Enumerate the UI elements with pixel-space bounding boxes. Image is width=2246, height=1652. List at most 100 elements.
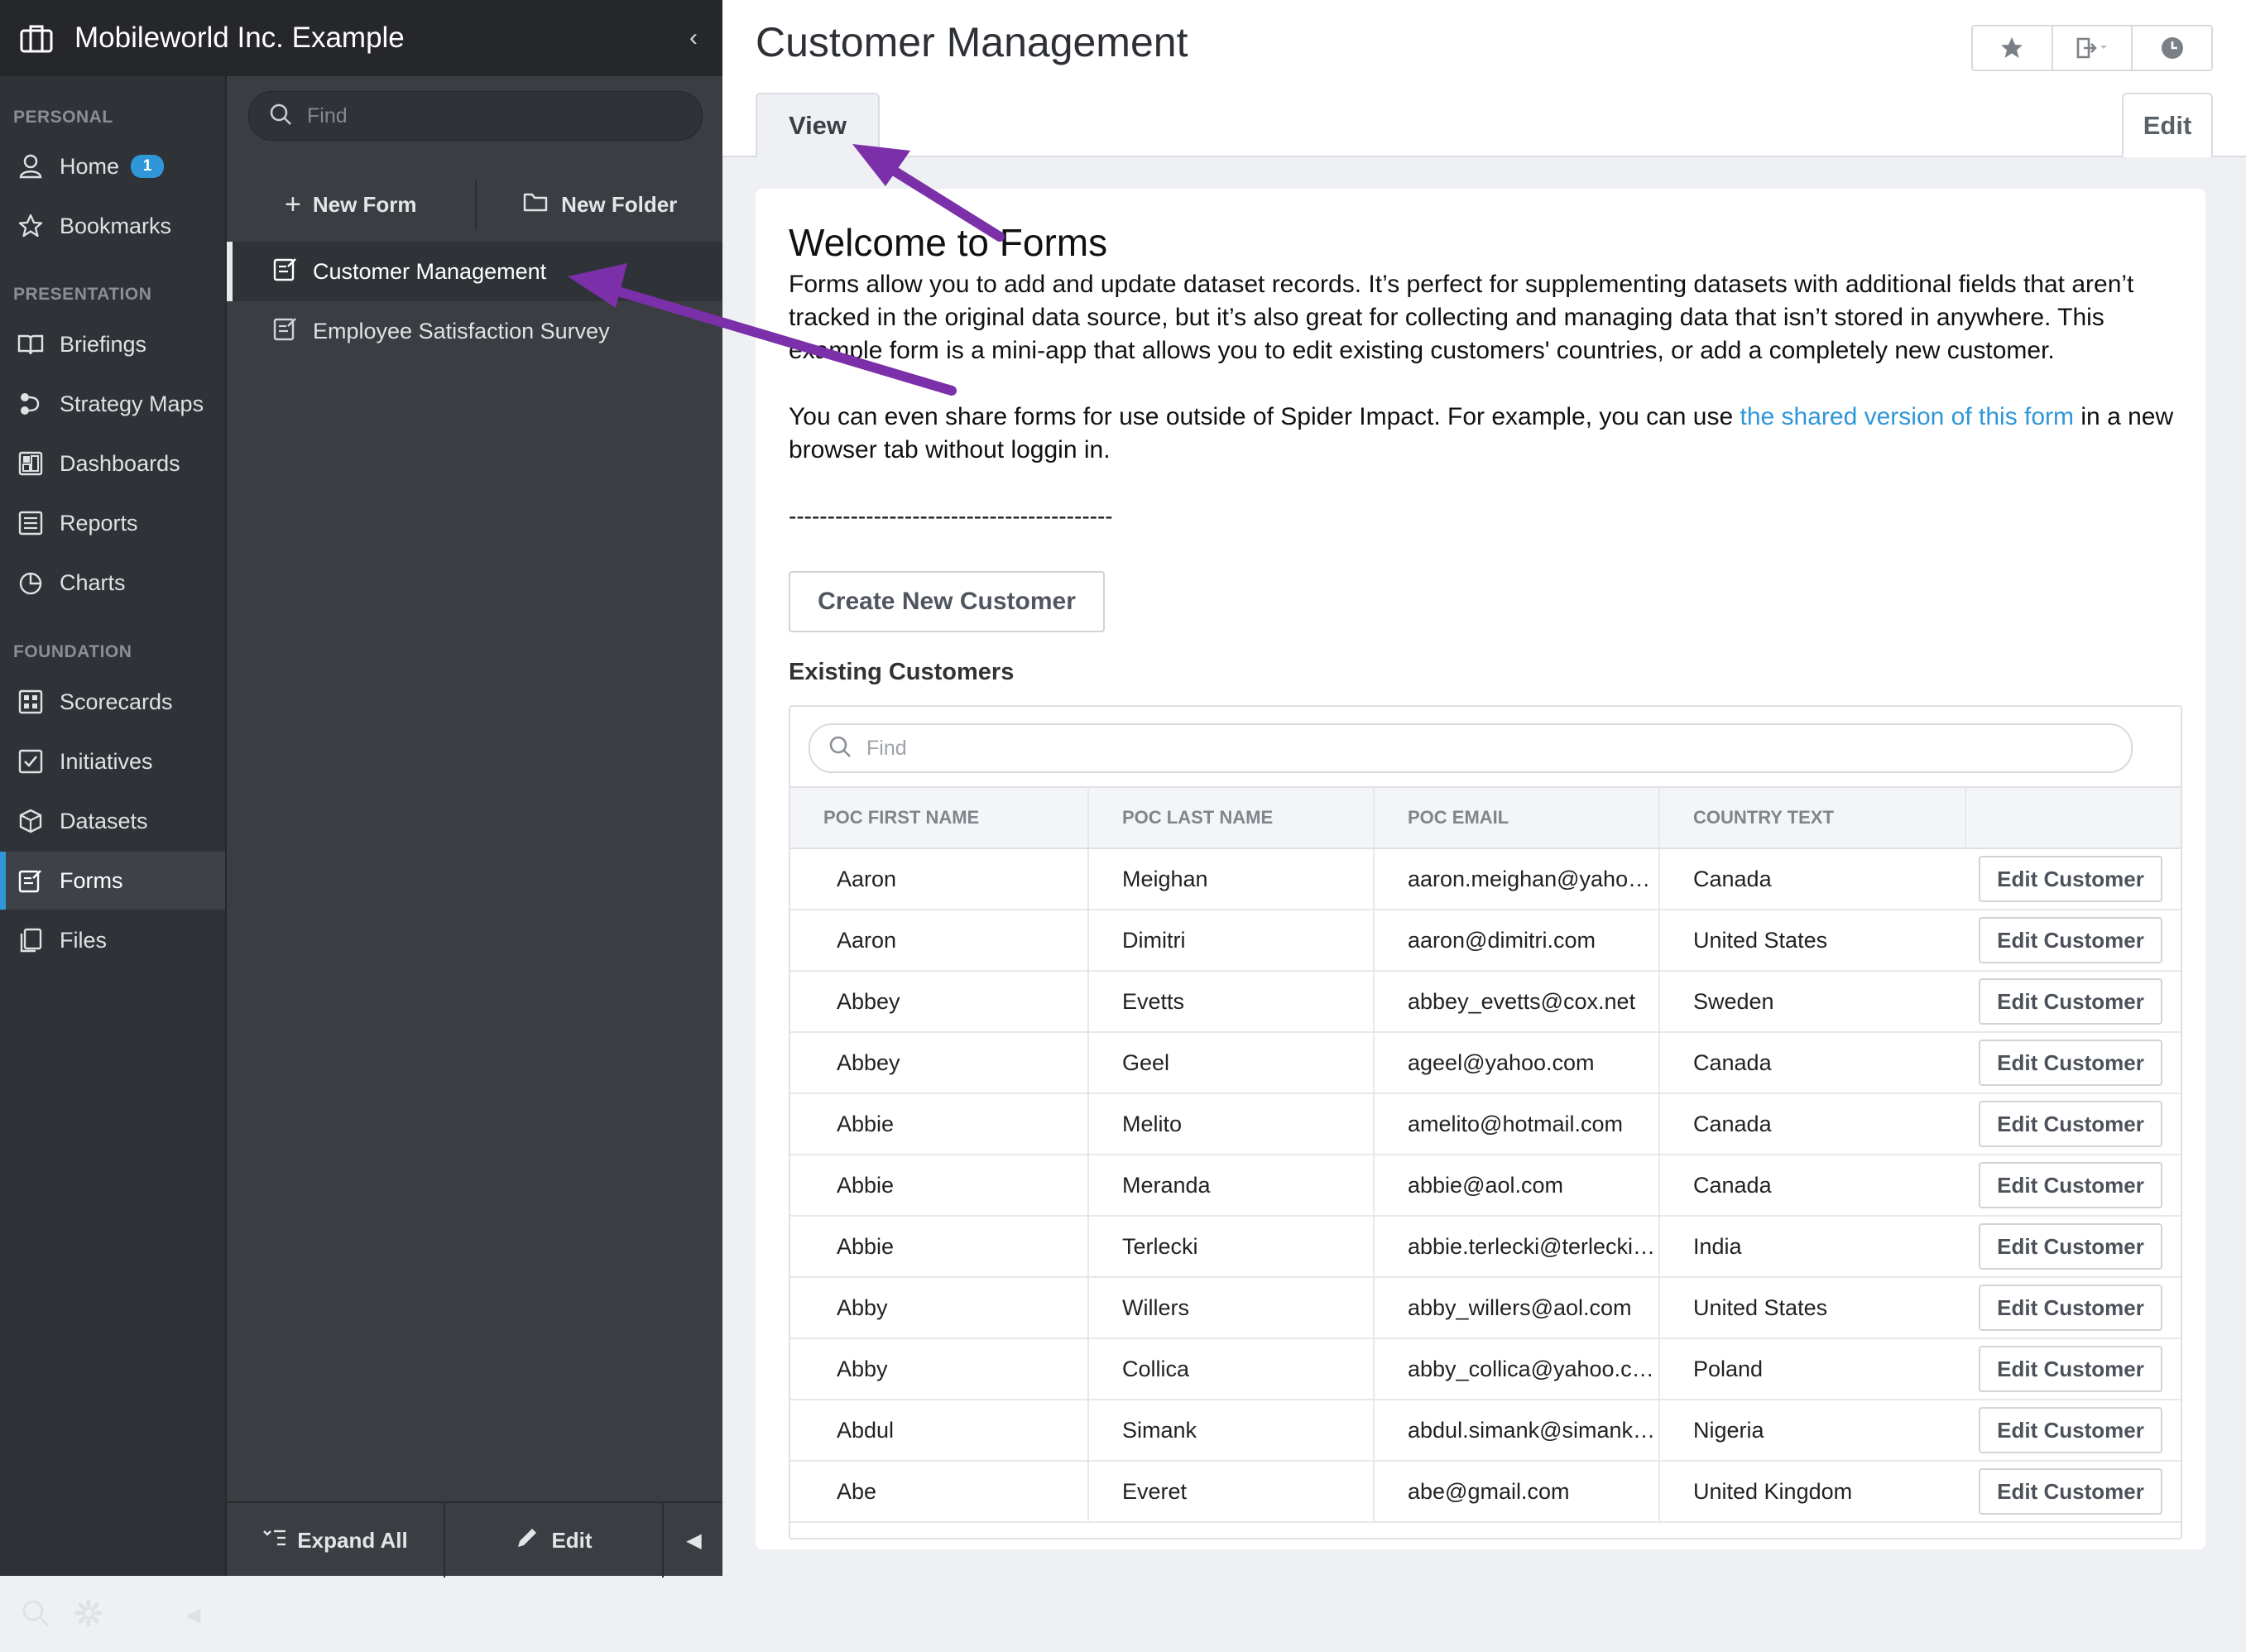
column-header-last-name[interactable]: POC LAST NAME <box>1088 786 1375 849</box>
column-header-first-name[interactable]: POC FIRST NAME <box>790 786 1089 849</box>
export-icon[interactable] <box>2053 26 2132 70</box>
nav-item-label: Home <box>60 153 120 179</box>
files-icon <box>17 926 45 954</box>
nav-item-dashboards[interactable]: Dashboards <box>0 435 225 492</box>
create-new-customer-button[interactable]: Create New Customer <box>789 571 1105 632</box>
table-row: Abby Collica abby_collica@yahoo.com Poland E… <box>790 1338 2181 1400</box>
gear-icon[interactable] <box>74 1599 103 1631</box>
edit-customer-button[interactable]: Edit Customer <box>1979 1468 2162 1515</box>
nav-item-home[interactable]: Home 1 <box>0 137 225 195</box>
pie-chart-icon <box>17 569 45 597</box>
page-header: Customer Management View Edit <box>722 0 2246 157</box>
column-header-country[interactable]: COUNTRY TEXT <box>1659 786 1966 849</box>
customers-table-panel: POC FIRST NAME POC LAST NAME POC EMAIL C… <box>789 705 2182 1539</box>
new-form-button[interactable]: + New Form <box>227 189 475 221</box>
checkbox-icon <box>17 747 45 776</box>
edit-customer-button[interactable]: Edit Customer <box>1979 1040 2162 1086</box>
book-icon <box>17 330 45 358</box>
main-nav: PERSONAL Home 1 Bookmarks PRESENTATION B… <box>0 76 225 1626</box>
edit-customer-button[interactable]: Edit Customer <box>1979 1101 2162 1147</box>
new-folder-label: New Folder <box>561 191 678 217</box>
cell-first-name: Abdul <box>790 1400 1089 1462</box>
edit-customer-button[interactable]: Edit Customer <box>1979 917 2162 963</box>
tab-edit[interactable]: Edit <box>2122 93 2213 157</box>
cell-actions: Edit Customer <box>1965 1032 2181 1094</box>
nav-item-datasets[interactable]: Datasets <box>0 792 225 850</box>
nav-item-briefings[interactable]: Briefings <box>0 315 225 373</box>
search-icon <box>828 735 852 762</box>
nav-item-label: Scorecards <box>60 689 173 714</box>
cell-first-name: Abby <box>790 1277 1089 1339</box>
edit-customer-button[interactable]: Edit Customer <box>1979 1162 2162 1208</box>
cell-email: aaron.meighan@yahoo.com <box>1374 848 1660 910</box>
forms-search[interactable] <box>248 91 703 141</box>
form-item-label: Customer Management <box>313 258 547 284</box>
edit-customer-button[interactable]: Edit Customer <box>1979 1407 2162 1453</box>
new-folder-button[interactable]: New Folder <box>477 192 725 218</box>
cell-last-name: Evetts <box>1088 971 1375 1033</box>
cell-actions: Edit Customer <box>1965 1093 2181 1155</box>
cell-email: ageel@yahoo.com <box>1374 1032 1660 1094</box>
notification-badge: 1 <box>131 155 165 178</box>
nav-item-charts[interactable]: Charts <box>0 554 225 612</box>
nav-item-forms[interactable]: Forms <box>0 852 225 910</box>
table-row: AaronMeighanaaron.meighan@yahoo.comCanad… <box>790 848 2181 910</box>
cell-last-name: Simank <box>1088 1400 1375 1462</box>
nav-item-files[interactable]: Files <box>0 911 225 969</box>
edit-customer-button[interactable]: Edit Customer <box>1979 1223 2162 1270</box>
edit-customer-button[interactable]: Edit Customer <box>1979 856 2162 902</box>
organization-name[interactable]: Mobileworld Inc. Example <box>74 22 689 55</box>
search-icon[interactable] <box>22 1599 50 1631</box>
user-icon <box>17 152 45 180</box>
report-icon <box>17 509 45 537</box>
table-row: Abdul Simank abdul.simank@simank.com Nigeri… <box>790 1400 2181 1462</box>
edit-forms-button[interactable]: Edit <box>445 1503 662 1578</box>
cell-email: abbie@aol.com <box>1374 1155 1660 1217</box>
table-search-input[interactable] <box>865 735 2131 761</box>
expand-all-icon <box>262 1528 287 1554</box>
cell-first-name: Abby <box>790 1338 1089 1400</box>
forms-search-input[interactable] <box>305 103 702 129</box>
search-icon <box>269 103 292 130</box>
expand-all-label: Expand All <box>297 1527 408 1553</box>
form-item-employee-satisfaction-survey[interactable]: Employee Satisfaction Survey <box>227 301 724 361</box>
edit-customer-button[interactable]: Edit Customer <box>1979 1346 2162 1392</box>
table-header-row: POC FIRST NAME POC LAST NAME POC EMAIL C… <box>790 786 2181 849</box>
edit-customer-button[interactable]: Edit Customer <box>1979 1285 2162 1331</box>
cell-actions: Edit Customer <box>1965 1277 2181 1339</box>
cell-country: Canada <box>1659 1155 1965 1217</box>
bookmark-star-icon[interactable] <box>1973 26 2052 70</box>
history-clock-icon[interactable] <box>2133 26 2211 70</box>
cell-first-name: Abbey <box>790 1032 1089 1094</box>
cell-first-name: Aaron <box>790 848 1089 910</box>
table-search[interactable] <box>809 723 2133 773</box>
strategy-map-icon <box>17 390 45 418</box>
collapse-nav-icon[interactable]: ‹ <box>689 24 698 52</box>
customers-table: POC FIRST NAME POC LAST NAME POC EMAIL C… <box>790 786 2181 1523</box>
nav-item-bookmarks[interactable]: Bookmarks <box>0 197 225 255</box>
cell-actions: Edit Customer <box>1965 1400 2181 1462</box>
nav-item-label: Forms <box>60 867 123 893</box>
nav-item-reports[interactable]: Reports <box>0 494 225 552</box>
edit-customer-button[interactable]: Edit Customer <box>1979 978 2162 1025</box>
cell-actions: Edit Customer <box>1965 910 2181 972</box>
collapse-left-icon[interactable]: ◀ <box>185 1603 200 1627</box>
column-header-email[interactable]: POC EMAIL <box>1374 786 1660 849</box>
cell-last-name: Meranda <box>1088 1155 1375 1217</box>
cell-last-name: Collica <box>1088 1338 1375 1400</box>
cell-first-name: Abbie <box>790 1216 1089 1278</box>
nav-item-label: Initiatives <box>60 748 153 774</box>
nav-item-strategy-maps[interactable]: Strategy Maps <box>0 375 225 433</box>
share-paragraph: You can even share forms for use outside… <box>789 401 2179 467</box>
cell-actions: Edit Customer <box>1965 1461 2181 1523</box>
divider-text: ----------------------------------------… <box>789 503 1113 529</box>
tab-view[interactable]: View <box>756 93 880 157</box>
star-icon <box>17 212 45 240</box>
shared-form-link[interactable]: the shared version of this form <box>1740 403 2075 430</box>
collapse-panel-icon[interactable]: ◀ <box>664 1503 724 1578</box>
cell-country: India <box>1659 1216 1965 1278</box>
nav-item-initiatives[interactable]: Initiatives <box>0 732 225 790</box>
nav-item-scorecards[interactable]: Scorecards <box>0 673 225 731</box>
expand-all-button[interactable]: Expand All <box>227 1503 444 1578</box>
form-item-customer-management[interactable]: Customer Management <box>227 242 724 301</box>
